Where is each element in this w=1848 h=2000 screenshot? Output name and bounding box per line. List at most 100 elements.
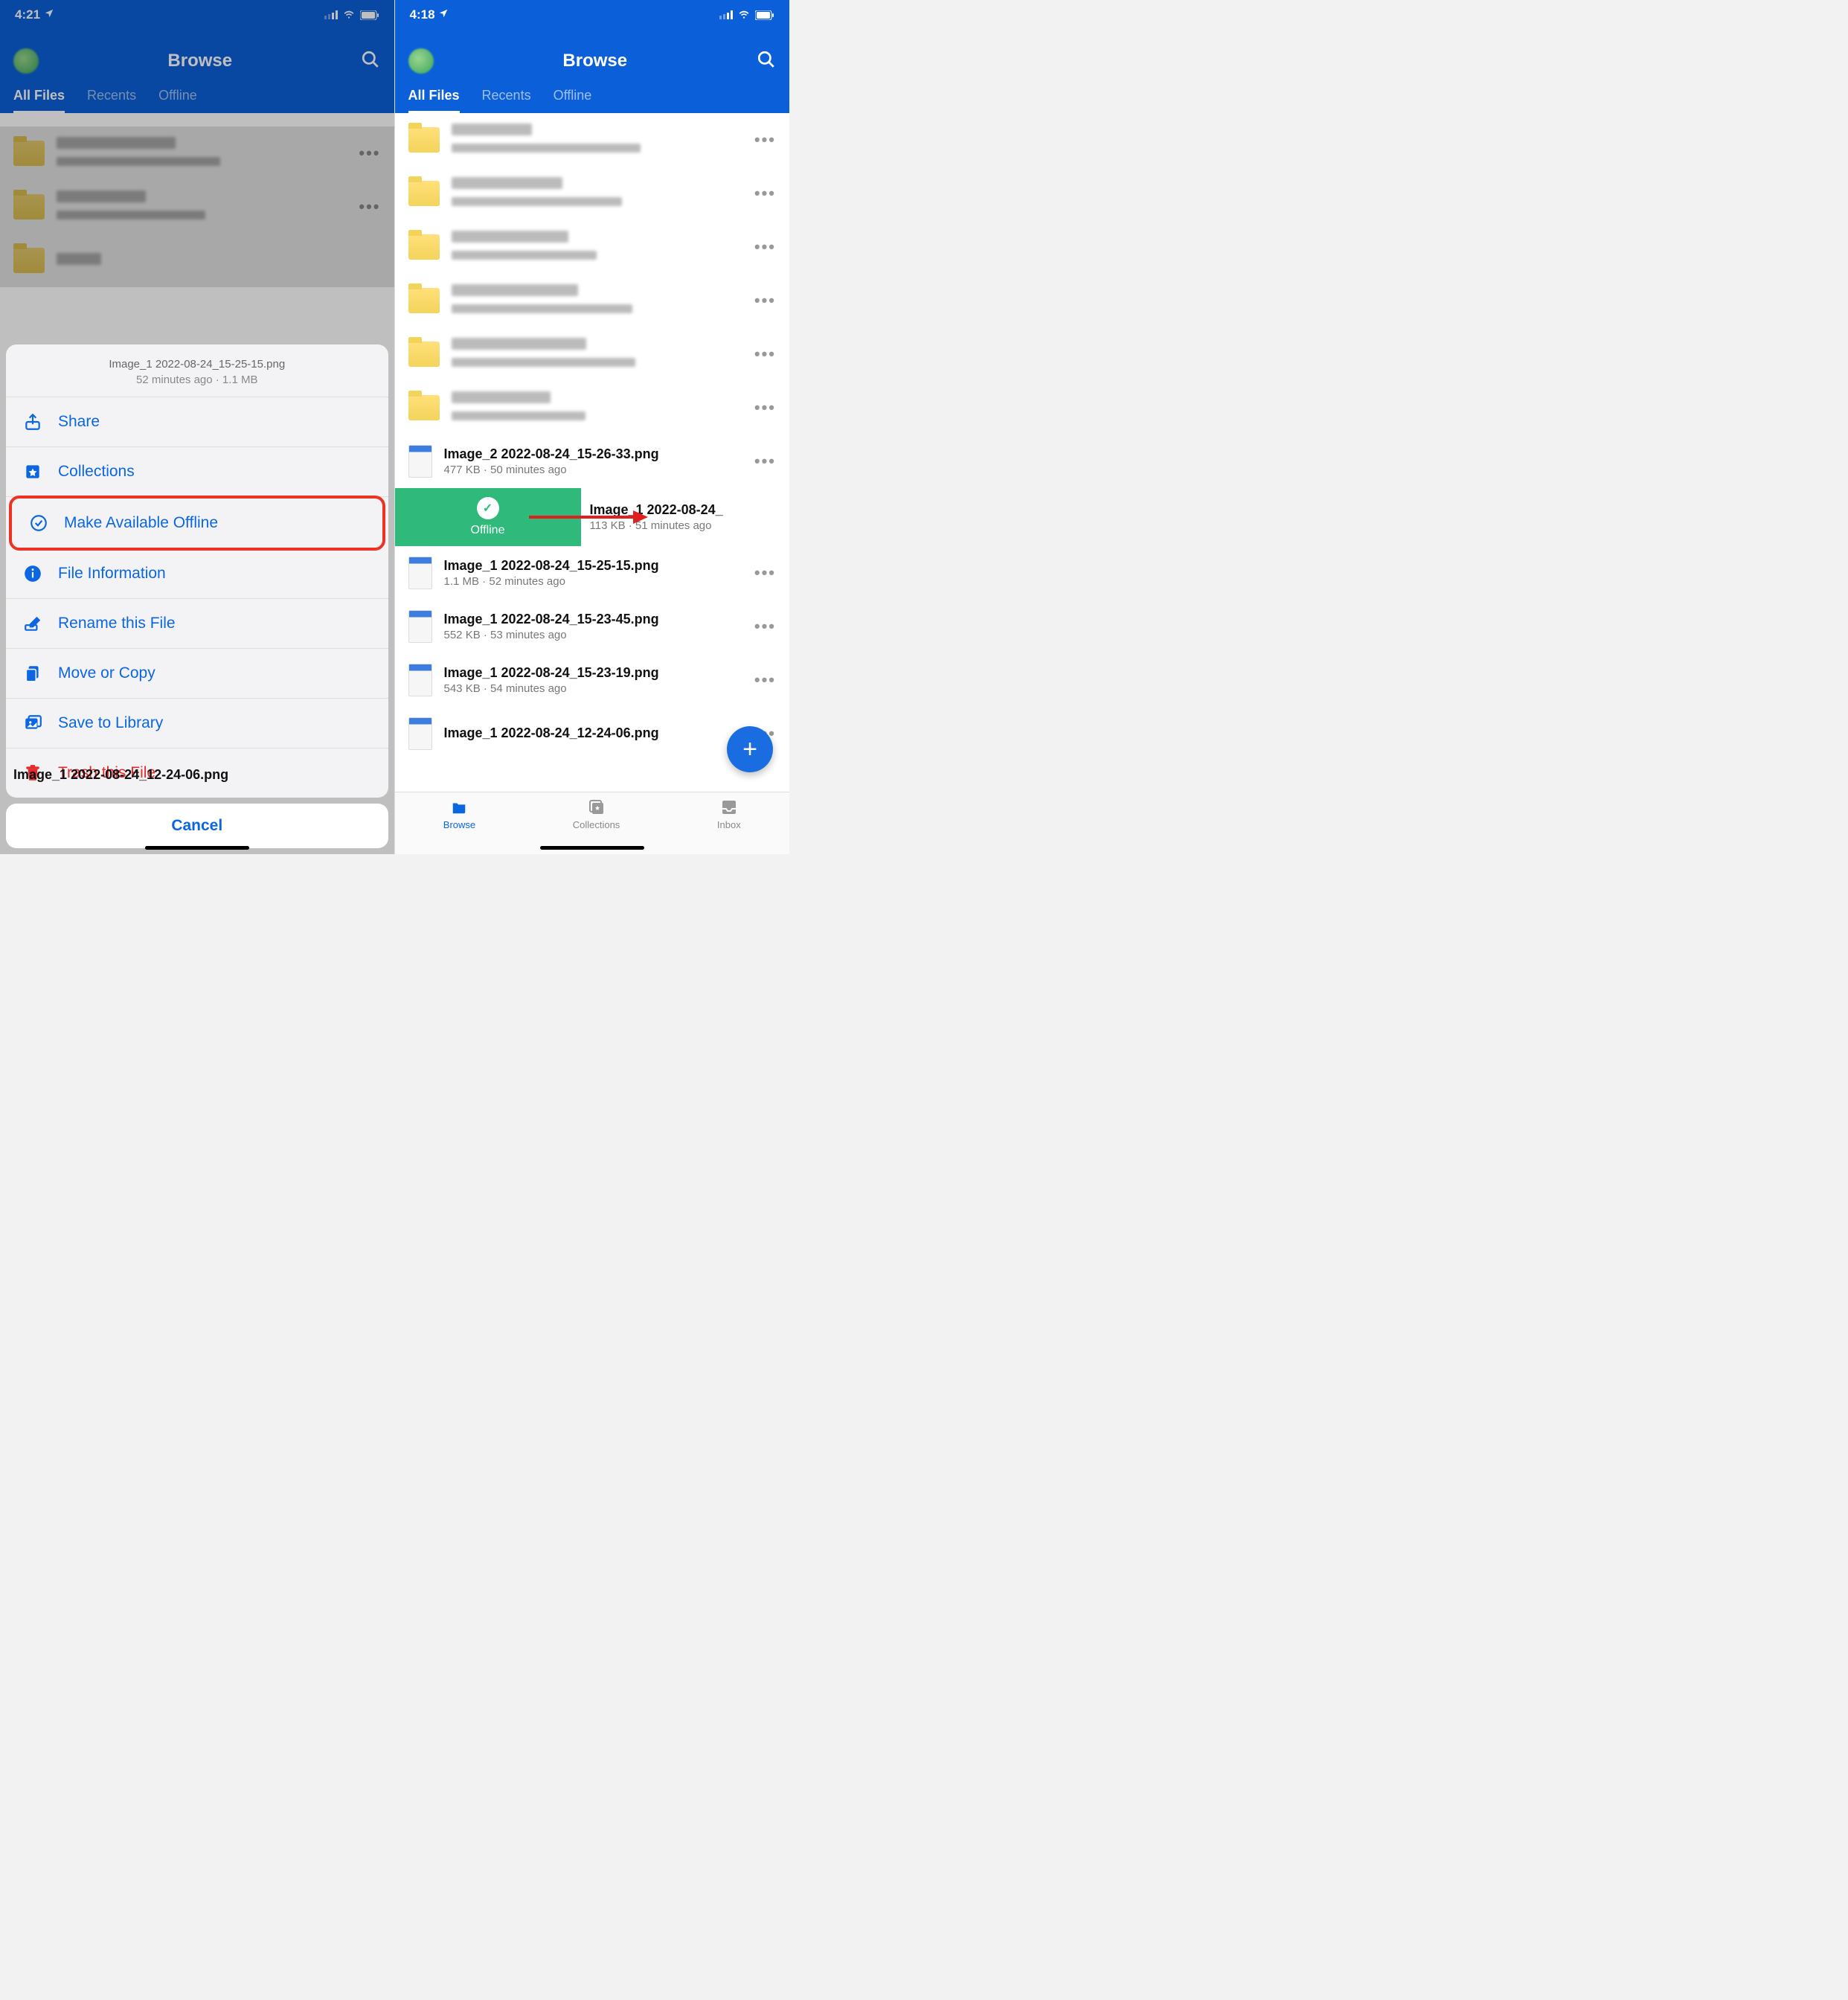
location-icon: [438, 8, 449, 19]
nav-browse[interactable]: Browse: [443, 798, 475, 854]
action-move-copy[interactable]: Move or Copy: [6, 649, 388, 699]
status-time: 4:18: [410, 7, 449, 22]
action-make-offline[interactable]: Make Available Offline: [12, 499, 382, 548]
fab-add[interactable]: +: [727, 726, 773, 772]
folder-icon: [408, 181, 440, 206]
folder-row[interactable]: •••: [395, 167, 790, 220]
action-rename[interactable]: Rename this File: [6, 599, 388, 649]
wifi-icon: [737, 10, 751, 20]
more-icon[interactable]: •••: [754, 563, 776, 583]
tab-all-files[interactable]: All Files: [408, 88, 460, 113]
folder-row[interactable]: •••: [395, 381, 790, 435]
file-row[interactable]: Image_1 2022-08-24_15-25-15.png 1.1 MB ·…: [395, 546, 790, 600]
folder-row[interactable]: •••: [395, 274, 790, 327]
home-indicator: [540, 846, 644, 850]
more-icon[interactable]: •••: [754, 130, 776, 150]
nav-label: Collections: [573, 819, 620, 830]
file-title: Image_1 2022-08-24_15-23-45.png: [444, 612, 742, 627]
more-icon[interactable]: •••: [754, 398, 776, 417]
action-save-library[interactable]: Save to Library: [6, 699, 388, 749]
file-title: Image_1 2022-08-24_12-24-06.png: [444, 725, 742, 741]
tabs: All Files Recents Offline: [408, 82, 777, 113]
phone-right: 4:18 Browse All Files Recents Offline ••…: [395, 0, 790, 854]
inbox-icon: [719, 798, 739, 816]
action-label: Share: [58, 413, 100, 431]
more-icon[interactable]: •••: [754, 617, 776, 636]
action-file-info[interactable]: File Information: [6, 549, 388, 599]
swipe-row[interactable]: ✓ Offline Image_1 2022-08-24_ 113 KB · 5…: [395, 488, 790, 546]
file-title: Image_1 2022-08-24_: [590, 502, 790, 518]
folder-row[interactable]: •••: [395, 220, 790, 274]
more-icon[interactable]: •••: [754, 184, 776, 203]
search-button[interactable]: [757, 50, 776, 73]
file-thumb: [408, 557, 432, 589]
action-sheet: Image_1 2022-08-24_15-25-15.png 52 minut…: [6, 344, 388, 798]
rename-icon: [22, 614, 43, 633]
action-share[interactable]: Share: [6, 397, 388, 447]
file-row[interactable]: Image_2 2022-08-24_15-26-33.png 477 KB ·…: [395, 435, 790, 488]
tab-recents[interactable]: Recents: [482, 88, 531, 113]
folder-icon: [408, 288, 440, 313]
share-icon: [22, 412, 43, 432]
nav-inbox[interactable]: Inbox: [717, 798, 741, 854]
home-indicator: [145, 846, 249, 850]
cancel-button[interactable]: Cancel: [6, 804, 388, 848]
action-label: File Information: [58, 565, 166, 583]
file-thumb: [408, 610, 432, 643]
file-title: Image_1 2022-08-24_15-23-19.png: [444, 665, 742, 681]
peek-file-row: Image_1 2022-08-24_12-24-06.png: [13, 767, 381, 783]
file-row[interactable]: Image_1 2022-08-24_15-23-45.png 552 KB ·…: [395, 600, 790, 653]
move-icon: [22, 664, 43, 683]
folder-icon: [408, 127, 440, 153]
sheet-meta: 52 minutes ago · 1.1 MB: [15, 374, 379, 386]
more-icon[interactable]: •••: [754, 670, 776, 690]
action-collections[interactable]: Collections: [6, 447, 388, 497]
more-icon[interactable]: •••: [754, 237, 776, 257]
page-title: Browse: [562, 51, 627, 71]
file-meta: 1.1 MB · 52 minutes ago: [444, 575, 742, 588]
file-title: Image_1 2022-08-24_15-25-15.png: [444, 558, 742, 574]
folder-row[interactable]: •••: [395, 113, 790, 167]
more-icon[interactable]: •••: [754, 344, 776, 364]
avatar[interactable]: [408, 48, 434, 74]
action-label: Collections: [58, 463, 135, 481]
sheet-header: Image_1 2022-08-24_15-25-15.png 52 minut…: [6, 344, 388, 397]
more-icon[interactable]: •••: [754, 452, 776, 471]
offline-icon: [28, 513, 49, 533]
folder-icon: [408, 234, 440, 260]
nav-label: Inbox: [717, 819, 741, 830]
file-row[interactable]: Image_1 2022-08-24_15-23-19.png 543 KB ·…: [395, 653, 790, 707]
check-icon: ✓: [477, 497, 499, 519]
phone-left: 4:21 Browse All Files Recents Offline ••…: [0, 0, 395, 854]
swipe-action-offline[interactable]: ✓ Offline: [395, 488, 581, 546]
file-meta: 477 KB · 50 minutes ago: [444, 464, 742, 476]
file-meta: 552 KB · 53 minutes ago: [444, 629, 742, 641]
collections-icon: [586, 798, 607, 816]
file-row[interactable]: Image_1 2022-08-24_ 113 KB · 51 minutes …: [581, 488, 790, 546]
header: Browse All Files Recents Offline: [395, 30, 790, 113]
info-icon: [22, 564, 43, 583]
battery-icon: [755, 10, 774, 20]
more-icon[interactable]: •••: [754, 291, 776, 310]
file-thumb: [408, 445, 432, 478]
file-thumb: [408, 717, 432, 750]
save-icon: [22, 714, 43, 733]
collections-icon: [22, 462, 43, 481]
file-meta: 543 KB · 54 minutes ago: [444, 682, 742, 695]
statusbar: 4:18: [395, 0, 790, 30]
action-label: Make Available Offline: [64, 514, 218, 532]
action-label: Rename this File: [58, 615, 176, 632]
file-meta: 113 KB · 51 minutes ago: [590, 519, 790, 532]
folder-row[interactable]: •••: [395, 327, 790, 381]
file-list[interactable]: ••• ••• ••• ••• ••• ••• Image_2 2022-08-…: [395, 113, 790, 760]
sheet-filename: Image_1 2022-08-24_15-25-15.png: [15, 358, 379, 371]
file-title: Image_2 2022-08-24_15-26-33.png: [444, 446, 742, 462]
action-label: Move or Copy: [58, 664, 155, 682]
action-sheet-overlay: Image_1 2022-08-24_15-25-15.png 52 minut…: [0, 0, 394, 854]
tab-offline[interactable]: Offline: [554, 88, 592, 113]
swipe-label: Offline: [471, 524, 505, 537]
folder-icon: [408, 395, 440, 420]
action-label: Save to Library: [58, 714, 163, 732]
folder-icon: [408, 342, 440, 367]
bottom-nav: Browse Collections Inbox: [395, 792, 790, 854]
